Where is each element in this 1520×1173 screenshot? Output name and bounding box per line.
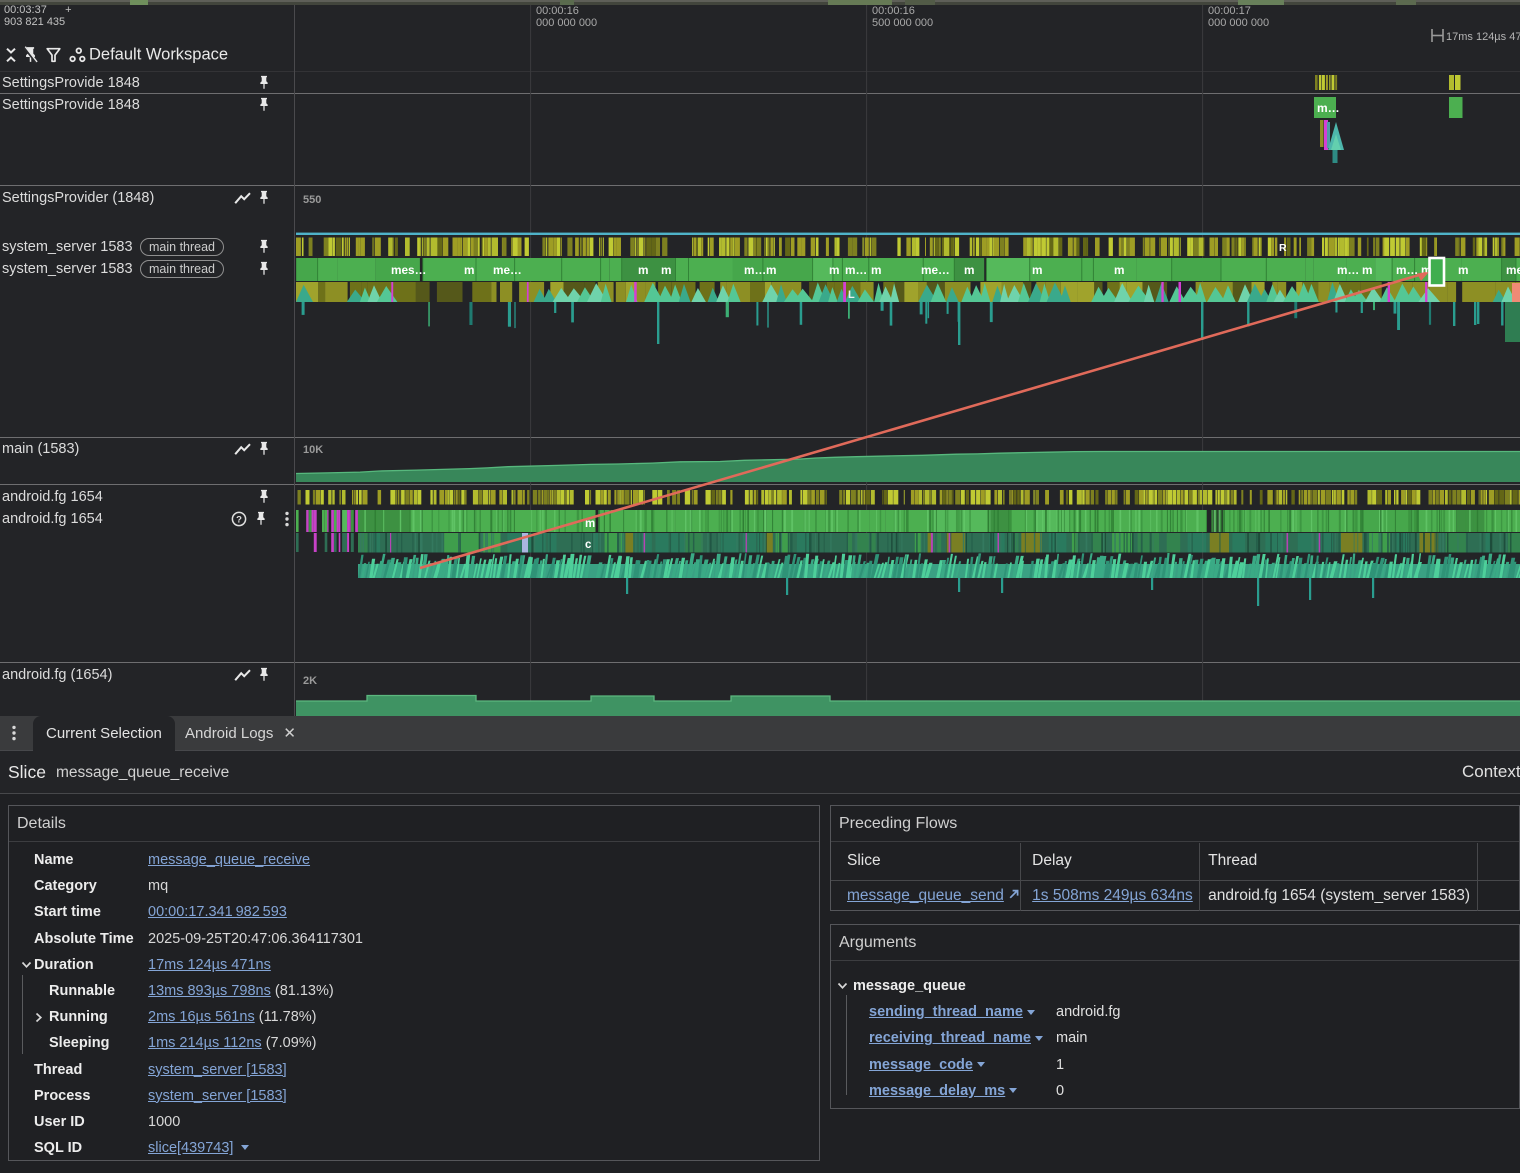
- svg-text:c: c: [585, 539, 592, 551]
- svg-text:m: m: [766, 263, 777, 277]
- svg-text:m: m: [871, 263, 882, 277]
- svg-text:17ms 124µs 471: 17ms 124µs 471: [1446, 31, 1520, 43]
- svg-text:m: m: [464, 263, 475, 277]
- svg-text:me: me: [1506, 263, 1520, 277]
- svg-text:m: m: [964, 263, 975, 277]
- svg-text:L: L: [848, 289, 855, 301]
- svg-text:00:00:16: 00:00:16: [872, 5, 915, 17]
- svg-text:00:00:16: 00:00:16: [536, 5, 579, 17]
- svg-text:m: m: [1458, 263, 1469, 277]
- svg-text:me…: me…: [921, 263, 950, 277]
- svg-text:m…: m…: [744, 263, 766, 277]
- svg-text:550: 550: [303, 194, 321, 206]
- svg-text:?: ?: [236, 514, 242, 525]
- svg-text:m…: m…: [845, 263, 867, 277]
- svg-text:R: R: [1279, 242, 1287, 254]
- svg-text:m: m: [1032, 263, 1043, 277]
- svg-text:10K: 10K: [303, 444, 323, 456]
- svg-text:000 000 000: 000 000 000: [1208, 17, 1269, 29]
- svg-text:me…: me…: [493, 263, 522, 277]
- svg-text:m: m: [829, 263, 840, 277]
- svg-text:m: m: [661, 263, 672, 277]
- svg-text:m: m: [638, 263, 649, 277]
- svg-text:000 000 000: 000 000 000: [536, 17, 597, 29]
- svg-text:m: m: [1114, 263, 1125, 277]
- svg-text:m: m: [1362, 263, 1373, 277]
- svg-text:500 000 000: 500 000 000: [872, 17, 933, 29]
- svg-text:m…: m…: [1317, 101, 1340, 115]
- svg-text:00:00:17: 00:00:17: [1208, 5, 1251, 17]
- svg-text:m…: m…: [1337, 263, 1359, 277]
- svg-text:2K: 2K: [303, 675, 317, 687]
- svg-text:mes…: mes…: [391, 263, 426, 277]
